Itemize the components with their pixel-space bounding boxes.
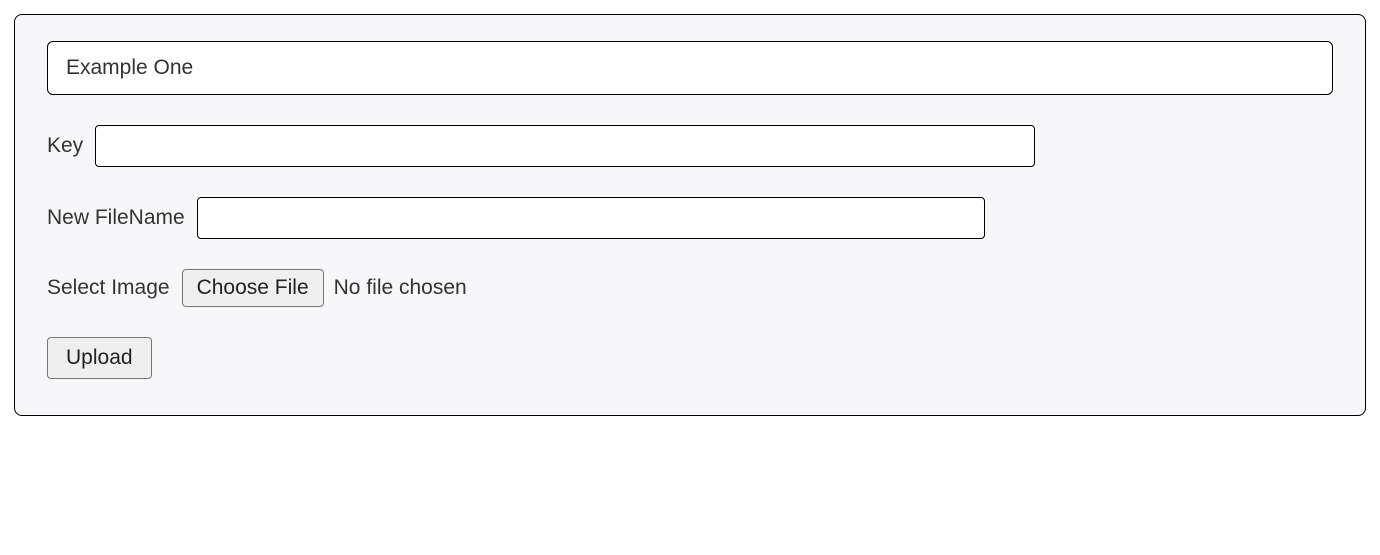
upload-button[interactable]: Upload <box>47 337 152 379</box>
key-label: Key <box>47 134 83 158</box>
filename-row: New FileName <box>47 197 1333 239</box>
file-input: Choose File No file chosen <box>182 269 467 307</box>
select-image-label: Select Image <box>47 276 170 300</box>
filename-label: New FileName <box>47 206 185 230</box>
upload-row: Upload <box>47 337 1333 379</box>
upload-form: Key New FileName Select Image Choose Fil… <box>47 95 1333 379</box>
key-row: Key <box>47 125 1333 167</box>
panel-legend: Example One <box>47 41 1333 95</box>
key-input[interactable] <box>95 125 1035 167</box>
choose-file-button[interactable]: Choose File <box>182 269 324 307</box>
example-panel: Example One Key New FileName Select Imag… <box>14 14 1366 416</box>
file-chosen-status: No file chosen <box>334 276 467 300</box>
filename-input[interactable] <box>197 197 985 239</box>
select-image-row: Select Image Choose File No file chosen <box>47 269 1333 307</box>
